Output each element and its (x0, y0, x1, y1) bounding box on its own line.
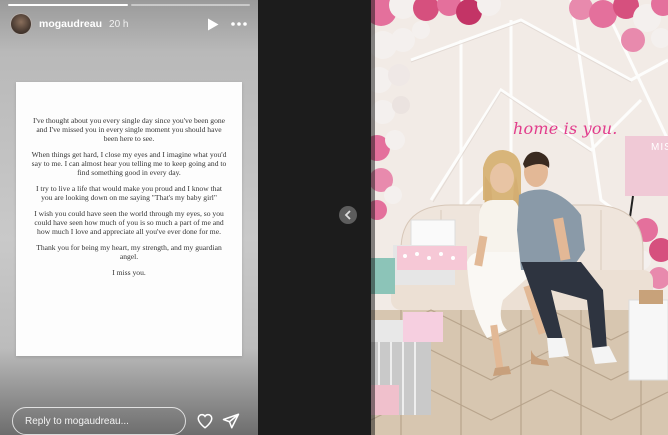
letter-paragraph: Thank you for being my heart, my strengt… (36, 243, 222, 261)
username[interactable]: mogaudreau (39, 18, 102, 30)
progress-segment (8, 4, 128, 6)
chevron-left-icon (344, 210, 351, 220)
photo-text-overlay: home is you. (513, 119, 618, 138)
play-icon[interactable] (206, 17, 220, 31)
letter-paragraph: I've thought about you every single day … (32, 116, 226, 143)
story-header: mogaudreau 20 h (10, 12, 248, 36)
story-viewer: mogaudreau 20 h I've thought about you e… (0, 0, 668, 435)
send-icon[interactable] (222, 412, 240, 430)
story-progress-bar (8, 4, 250, 6)
avatar[interactable] (10, 13, 32, 35)
reply-bar (12, 407, 246, 435)
time-ago: 20 h (109, 18, 129, 30)
previous-story-button[interactable] (339, 206, 357, 224)
more-horizontal-icon[interactable] (230, 17, 248, 31)
story-photo[interactable]: home is you. MIS (371, 0, 668, 435)
letter-paragraph: I try to live a life that would make you… (35, 184, 222, 202)
sign-text: MIS (651, 142, 668, 153)
photo-scene (371, 0, 668, 435)
reply-input[interactable] (12, 407, 186, 435)
letter-paragraph: When things get hard, I close my eyes an… (31, 150, 227, 177)
story-panel[interactable]: mogaudreau 20 h I've thought about you e… (0, 0, 258, 435)
letter-paragraph: I miss you. (112, 268, 146, 277)
progress-segment (130, 4, 250, 6)
heart-icon[interactable] (196, 412, 214, 430)
letter-paragraph: I wish you could have seen the world thr… (34, 209, 224, 236)
letter-card: I've thought about you every single day … (16, 82, 242, 356)
